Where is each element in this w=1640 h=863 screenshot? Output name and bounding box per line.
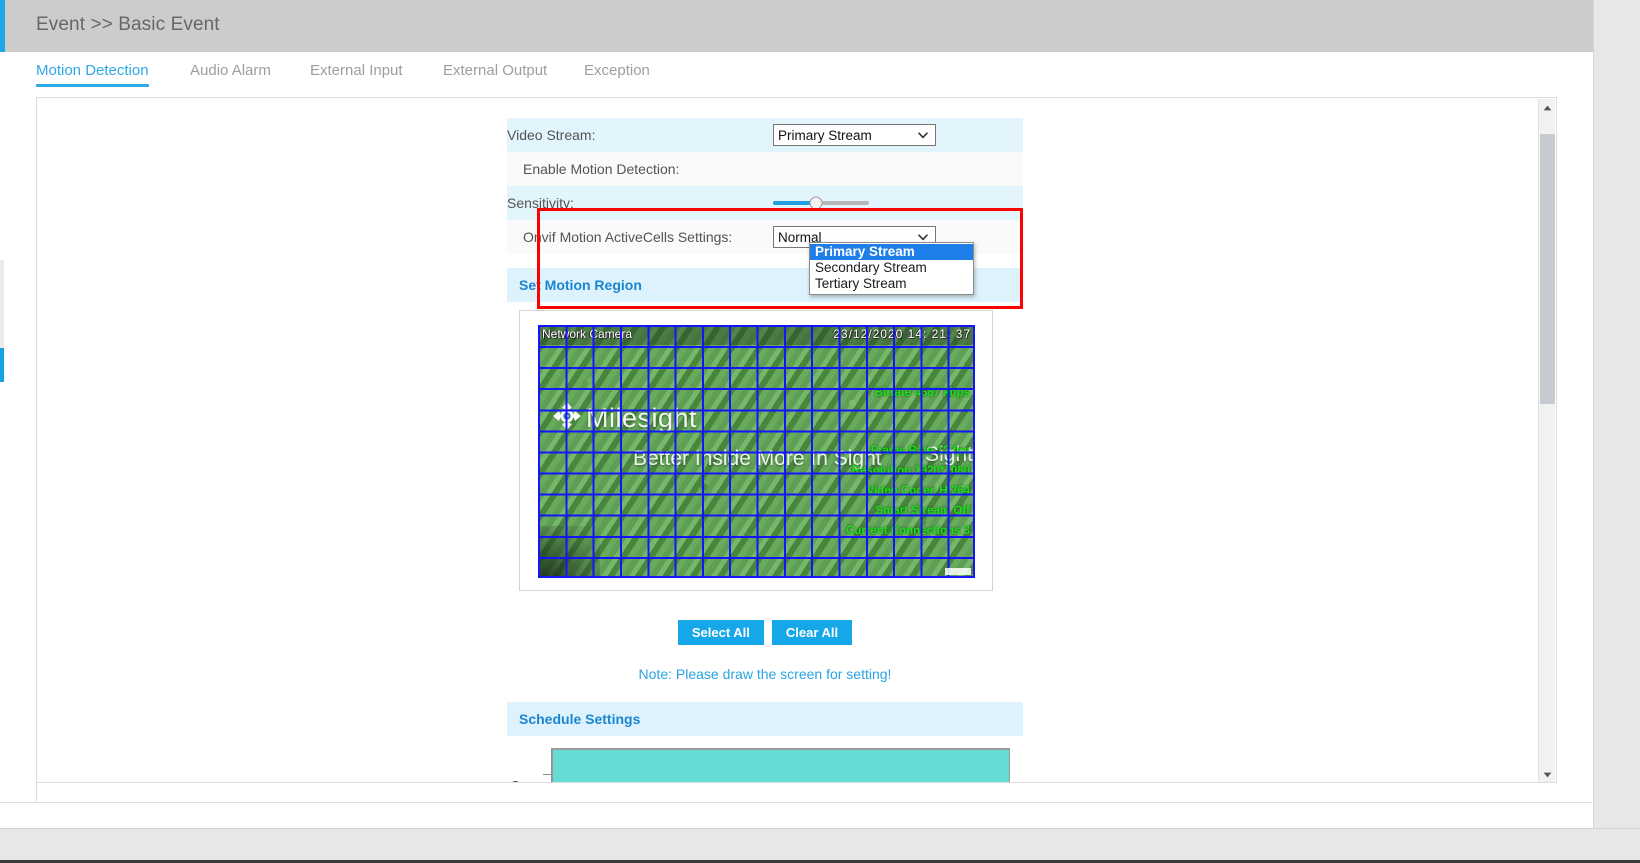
- window-right-gutter: [1593, 0, 1640, 828]
- motion-region-note: Note: Please draw the screen for setting…: [507, 666, 1023, 682]
- sensitivity-control: [773, 195, 1023, 211]
- content-inner: Video Stream: Primary Stream Enable Moti: [37, 98, 1541, 782]
- section-header-schedule-settings-label: Schedule Settings: [519, 711, 640, 727]
- caret-down-icon: [1543, 772, 1552, 778]
- motion-region-frame: Network Camera 23/12/2020 14: 21: 37 Mil…: [519, 310, 993, 591]
- schedule-bar-sun[interactable]: [552, 749, 1010, 783]
- title-bar: Event >> Basic Event: [0, 0, 1593, 52]
- video-stream-control: Primary Stream: [773, 124, 1023, 146]
- page-surface: Event >> Basic Event Motion Detection Au…: [0, 0, 1593, 828]
- tab-strip: Motion Detection Audio Alarm External In…: [0, 52, 1593, 97]
- scroll-up-button[interactable]: [1539, 99, 1556, 116]
- tab-external-output[interactable]: External Output: [443, 62, 547, 79]
- motion-detection-form: Video Stream: Primary Stream Enable Moti: [507, 118, 1023, 254]
- schedule-grid: Sun: [507, 736, 1023, 783]
- titlebar-accent-strip: [0, 0, 5, 52]
- select-all-button[interactable]: Select All: [678, 620, 764, 645]
- tab-motion-detection-label: Motion Detection: [36, 62, 149, 79]
- tab-audio-alarm-label: Audio Alarm: [190, 62, 271, 79]
- caret-up-icon: [1543, 105, 1552, 111]
- scroll-thumb[interactable]: [1540, 134, 1555, 404]
- video-stream-dropdown-list[interactable]: Primary Stream Secondary Stream Tertiary…: [809, 242, 974, 295]
- tab-active-underline: [36, 84, 149, 87]
- clear-all-button[interactable]: Clear All: [772, 620, 852, 645]
- tab-motion-detection[interactable]: Motion Detection: [36, 62, 149, 79]
- sensitivity-slider[interactable]: [773, 195, 869, 211]
- video-stream-selected-value: Primary Stream: [778, 128, 872, 143]
- tab-external-output-label: External Output: [443, 62, 547, 79]
- section-header-motion-region-label: Set Motion Region: [519, 277, 642, 293]
- dropdown-option-secondary-stream[interactable]: Secondary Stream: [810, 260, 973, 276]
- motion-region-actions: Select All Clear All: [507, 620, 1023, 645]
- form-row-sensitivity: Sensitivity:: [507, 186, 1023, 220]
- content-panel: Video Stream: Primary Stream Enable Moti: [36, 97, 1557, 783]
- schedule-axis-tick: [543, 774, 551, 775]
- window-bottom-gutter: [0, 828, 1640, 863]
- sensitivity-label: Sensitivity:: [507, 195, 773, 211]
- enable-motion-detection-label: Enable Motion Detection:: [507, 161, 773, 177]
- content-vertical-scrollbar[interactable]: [1538, 99, 1555, 783]
- left-rail-inactive-strip: [0, 260, 4, 348]
- video-preview[interactable]: Network Camera 23/12/2020 14: 21: 37 Mil…: [538, 325, 975, 578]
- application-window: Event >> Basic Event Motion Detection Au…: [0, 0, 1640, 863]
- tab-exception[interactable]: Exception: [584, 62, 650, 79]
- dropdown-option-tertiary-stream[interactable]: Tertiary Stream: [810, 276, 973, 292]
- page-bottom-edge: [0, 802, 1593, 803]
- video-stream-label: Video Stream:: [507, 127, 773, 143]
- form-row-enable-motion-detection: Enable Motion Detection:: [507, 152, 1023, 186]
- video-bottom-marker: [945, 568, 971, 575]
- enable-motion-detection-checkbox[interactable]: [773, 163, 786, 176]
- schedule-row-label-sun: Sun: [511, 778, 534, 783]
- tab-audio-alarm[interactable]: Audio Alarm: [190, 62, 271, 79]
- enable-motion-detection-control: [773, 163, 1023, 176]
- tab-external-input[interactable]: External Input: [310, 62, 403, 79]
- tab-external-input-label: External Input: [310, 62, 403, 79]
- tab-exception-label: Exception: [584, 62, 650, 79]
- motion-grid-edge: [538, 325, 975, 578]
- breadcrumb: Event >> Basic Event: [36, 14, 220, 36]
- form-row-video-stream: Video Stream: Primary Stream: [507, 118, 1023, 152]
- left-rail-active-strip[interactable]: [0, 348, 4, 382]
- section-header-schedule-settings: Schedule Settings: [507, 702, 1023, 736]
- chevron-down-icon: [917, 129, 929, 141]
- dropdown-option-primary-stream[interactable]: Primary Stream: [810, 244, 973, 260]
- onvif-activecells-label: Onvif Motion ActiveCells Settings:: [507, 229, 773, 245]
- sensitivity-slider-thumb[interactable]: [810, 197, 823, 210]
- video-stream-select[interactable]: Primary Stream: [773, 124, 936, 146]
- scroll-down-button[interactable]: [1539, 766, 1556, 783]
